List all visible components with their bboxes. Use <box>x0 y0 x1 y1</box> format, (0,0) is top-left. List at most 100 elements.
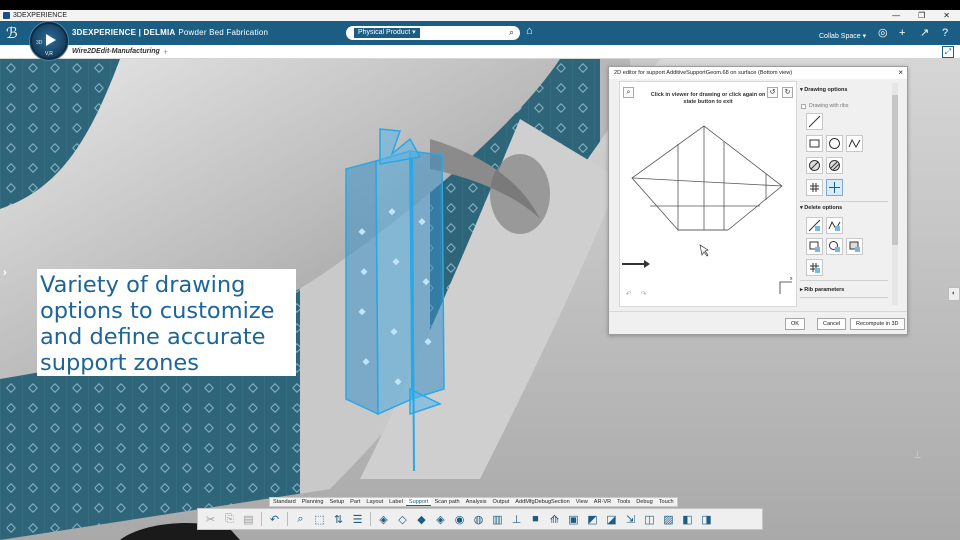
os-window-title: 3DEXPERIENCE <box>13 12 68 19</box>
command-tab-label[interactable]: Label <box>386 498 406 506</box>
support-icon-13[interactable]: ◪ <box>603 511 620 528</box>
ds-logo-icon[interactable]: ℬ <box>6 24 24 42</box>
add-icon[interactable]: + <box>899 26 905 40</box>
close-window-button[interactable]: ✕ <box>943 10 950 21</box>
support-icon-8[interactable]: ⊥ <box>508 511 525 528</box>
cancel-button[interactable]: Cancel <box>817 318 847 330</box>
drawing-options-heading[interactable]: ▾ Drawing options <box>800 87 847 93</box>
support-icon-1[interactable]: ◈ <box>375 511 392 528</box>
support-icon-16[interactable]: ▨ <box>660 511 677 528</box>
select-icon[interactable]: ⬚ <box>311 511 328 528</box>
command-tab-tools[interactable]: Tools <box>614 498 633 506</box>
support-icon-18[interactable]: ◨ <box>698 511 715 528</box>
undo-sketch-icon[interactable]: ↶ <box>623 290 634 301</box>
point-cross-icon[interactable] <box>826 179 843 196</box>
drawing-with-ribs-checkbox[interactable]: Drawing with ribs <box>801 103 849 109</box>
command-tab-setup[interactable]: Setup <box>326 498 347 506</box>
support-icon-2[interactable]: ◇ <box>394 511 411 528</box>
command-tab-output[interactable]: Output <box>490 498 513 506</box>
spline-tool-icon[interactable] <box>846 135 863 152</box>
right-panel-handle-icon[interactable]: ◐ <box>948 287 960 301</box>
delete-circle-icon[interactable] <box>826 238 843 255</box>
support-icon-6[interactable]: ◍ <box>470 511 487 528</box>
support-icon-17[interactable]: ◧ <box>679 511 696 528</box>
command-tab-part[interactable]: Part <box>347 498 363 506</box>
search-source-dropdown[interactable]: Physical Product ▾ <box>354 28 420 38</box>
checkbox-label: Drawing with ribs <box>809 103 849 109</box>
2d-editor-dialog: 2D editor for support AdditiveSupportGeo… <box>608 66 908 335</box>
restore-button[interactable]: ❐ <box>918 10 925 21</box>
tree-icon[interactable]: ⇅ <box>330 511 347 528</box>
help-icon[interactable]: ? <box>942 26 948 40</box>
delete-grid-icon[interactable] <box>806 259 823 276</box>
drawing-canvas[interactable]: ⌕ Click in viewer for drawing or click a… <box>619 81 797 307</box>
side-panel-toggle-icon[interactable]: › <box>3 267 7 279</box>
command-tabs: Standard Planning Setup Part Layout Label Supp… <box>269 497 678 507</box>
share-icon[interactable]: ↗ <box>920 26 929 40</box>
delete-rect-icon[interactable] <box>806 238 823 255</box>
collab-space-dropdown[interactable]: Collab Space ▾ <box>819 32 866 40</box>
support-icon-12[interactable]: ◩ <box>584 511 601 528</box>
command-tab-ar-vr[interactable]: AR-VR <box>591 498 614 506</box>
zoom-icon[interactable]: ⌕ <box>292 511 309 528</box>
delete-options-heading[interactable]: ▾ Delete options <box>800 205 842 211</box>
add-tab-button[interactable]: + <box>163 45 168 59</box>
support-icon-5[interactable]: ◉ <box>451 511 468 528</box>
toolbar-separator <box>370 512 371 526</box>
options-scrollbar[interactable] <box>892 83 898 305</box>
compass-icon[interactable]: 3D V,R <box>30 22 68 60</box>
ok-button[interactable]: OK <box>785 318 805 330</box>
command-tab-planning[interactable]: Planning <box>299 498 327 506</box>
window-controls: — ❐ ✕ <box>892 10 950 21</box>
options-divider <box>800 201 888 202</box>
search-icon[interactable]: ⌕ <box>509 27 514 38</box>
recompute-button[interactable]: Recompute in 3D <box>850 318 905 330</box>
command-tab-addmfgdebugsection[interactable]: AddMfgDebugSection <box>512 498 572 506</box>
command-tab-standard[interactable]: Standard <box>270 498 299 506</box>
hatched-circle-icon[interactable] <box>806 157 823 174</box>
list-icon[interactable]: ☰ <box>349 511 366 528</box>
rectangle-tool-icon[interactable] <box>806 135 823 152</box>
undo-icon[interactable]: ↶ <box>266 511 283 528</box>
rib-grid-icon[interactable] <box>806 179 823 196</box>
command-tab-layout[interactable]: Layout <box>363 498 386 506</box>
command-tab-analysis[interactable]: Analysis <box>463 498 490 506</box>
checkbox-box[interactable] <box>801 103 806 109</box>
command-tab-view[interactable]: View <box>573 498 591 506</box>
support-icon-14[interactable]: ⇲ <box>622 511 639 528</box>
support-icon-3[interactable]: ◆ <box>413 511 430 528</box>
delete-hatched-icon[interactable] <box>846 238 863 255</box>
support-icon-9[interactable]: ■ <box>527 511 544 528</box>
support-icon-15[interactable]: ◫ <box>641 511 658 528</box>
support-icon-10[interactable]: ⟰ <box>546 511 563 528</box>
support-icon-11[interactable]: ▣ <box>565 511 582 528</box>
command-tab-scan-path[interactable]: Scan path <box>431 498 462 506</box>
toolbar-separator <box>261 512 262 526</box>
command-tab-debug[interactable]: Debug <box>633 498 655 506</box>
delete-spline-icon[interactable] <box>826 217 843 234</box>
expand-icon[interactable]: ⤢ <box>942 46 954 58</box>
copy-icon[interactable]: ⎘ <box>221 511 238 528</box>
rib-parameters-heading[interactable]: ▸ Rib parameters <box>800 287 844 293</box>
support-icon-4[interactable]: ◈ <box>432 511 449 528</box>
paste-icon[interactable]: ▤ <box>240 511 257 528</box>
command-tab-touch[interactable]: Touch <box>656 498 677 506</box>
user-icon[interactable]: ◎ <box>878 26 888 40</box>
delete-line-icon[interactable] <box>806 217 823 234</box>
hatched-circle-alt-icon[interactable] <box>826 157 843 174</box>
search-bar[interactable]: Physical Product ▾ ⌕ <box>346 26 520 40</box>
redo-sketch-icon[interactable]: ↷ <box>638 290 649 301</box>
options-divider <box>800 297 888 298</box>
line-tool-icon[interactable] <box>806 113 823 130</box>
view-compass-icon[interactable]: ⊥ <box>913 450 922 461</box>
cut-icon[interactable]: ✂ <box>202 511 219 528</box>
support-icon-7[interactable]: ▥ <box>489 511 506 528</box>
compass-label-3d: 3D <box>36 40 43 46</box>
tab-wire2dedit[interactable]: Wire2DEdit-Manufacturing <box>72 45 160 59</box>
tag-icon[interactable]: ⌂ <box>526 25 533 37</box>
dialog-close-button[interactable]: × <box>898 67 903 79</box>
minimize-button[interactable]: — <box>892 10 900 21</box>
circle-tool-icon[interactable] <box>826 135 843 152</box>
scrollbar-thumb[interactable] <box>892 95 898 245</box>
command-tab-support[interactable]: Support <box>405 498 432 506</box>
